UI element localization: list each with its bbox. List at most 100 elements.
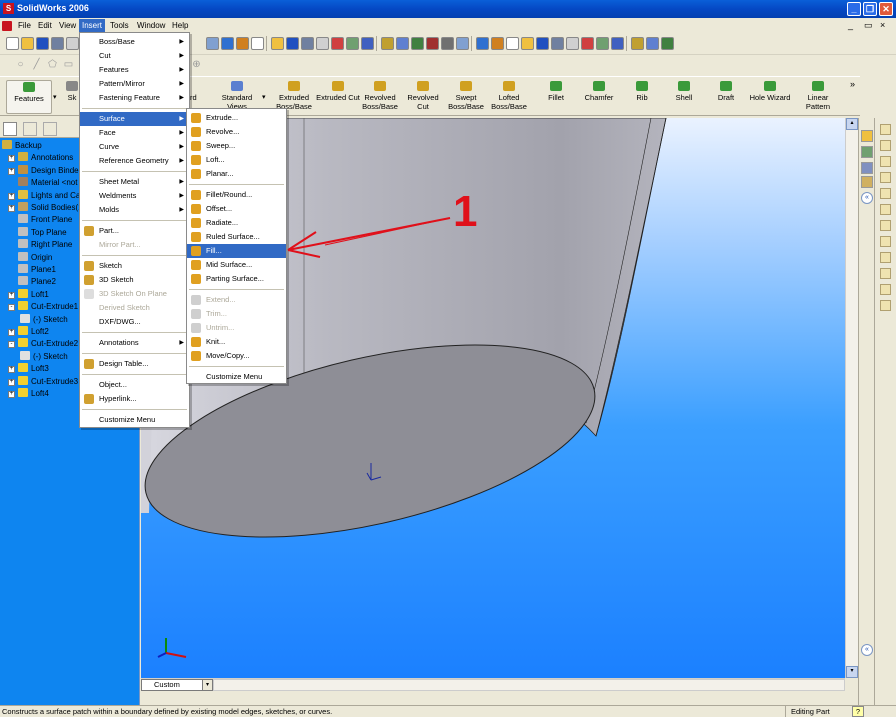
insert-menu-item-face[interactable]: Face ▶ [80, 126, 189, 140]
collapse-icon[interactable]: - [8, 341, 15, 349]
feature-tool-icon[interactable] [880, 124, 891, 135]
surface-menu-item-ruled-surface[interactable]: Ruled Surface... [187, 230, 286, 244]
expand-icon[interactable]: + [8, 205, 15, 212]
expand-icon[interactable]: + [8, 291, 15, 299]
tree-item[interactable]: Right Plane [8, 239, 72, 251]
feature-tool-icon[interactable] [880, 284, 891, 295]
expand-icon[interactable]: + [8, 391, 15, 398]
insert-menu-item-reference-geometry[interactable]: Reference Geometry ▶ [80, 154, 189, 168]
insert-menu-item-3d-sketch-on-plane[interactable]: 3D Sketch On Plane [80, 287, 189, 301]
home-icon[interactable] [861, 130, 873, 142]
feature-tree-tab-icon[interactable] [3, 122, 17, 136]
surface-menu-item-parting-surface[interactable]: Parting Surface... [187, 272, 286, 286]
menu-view[interactable]: View [56, 19, 79, 32]
sketch-tool-icon[interactable]: ⬠ [46, 58, 59, 71]
collapse-icon[interactable]: - [8, 304, 15, 312]
feature-tool-icon[interactable] [880, 236, 891, 247]
cm-button-rib[interactable]: Rib [620, 80, 664, 114]
view-select[interactable]: Custom ▾ [141, 679, 213, 691]
cm-button-fillet[interactable]: Fillet [534, 80, 578, 114]
insert-menu-item-derived-sketch[interactable]: Derived Sketch [80, 301, 189, 315]
file-explorer-icon[interactable] [861, 162, 873, 174]
menu-tools[interactable]: Tools [107, 19, 132, 32]
menu-edit[interactable]: Edit [35, 19, 55, 32]
sketch-tool-icon[interactable]: ╱ [30, 58, 43, 71]
toolbar-button-icon[interactable] [611, 37, 624, 50]
tree-item[interactable]: Top Plane [8, 226, 67, 239]
surface-menu-item-trim[interactable]: Trim... [187, 307, 286, 321]
toolbar-button-icon[interactable] [36, 37, 49, 50]
tree-item[interactable]: + Loft3 [8, 363, 49, 375]
toolbar-button-icon[interactable] [221, 37, 234, 50]
toolbar-button-icon[interactable] [646, 37, 659, 50]
tree-item[interactable]: + Lights and Ca [8, 189, 80, 202]
cm-button-swept-boss-base[interactable]: Swept Boss/Base [444, 80, 488, 114]
toolbar-button-icon[interactable] [271, 37, 284, 50]
insert-menu-item-hyperlink[interactable]: Hyperlink... [80, 392, 189, 406]
tree-item[interactable]: + Loft1 [8, 288, 49, 301]
sketch-tool-icon[interactable]: ○ [14, 58, 27, 71]
surface-menu-item-extrude[interactable]: Extrude... [187, 111, 286, 125]
toolbar-button-icon[interactable] [506, 37, 519, 50]
insert-menu-item-cut[interactable]: Cut ▶ [80, 49, 189, 63]
expand-icon[interactable]: + [8, 192, 15, 200]
toolbar-button-icon[interactable] [521, 37, 534, 50]
tree-item[interactable]: + Loft2 [8, 326, 49, 338]
toolbar-button-icon[interactable] [251, 37, 264, 50]
surface-menu-item-revolve[interactable]: Revolve... [187, 125, 286, 139]
mdi-close-icon[interactable]: × [880, 20, 885, 30]
sketch-tool-icon[interactable]: ⊕ [190, 58, 203, 71]
tree-item[interactable]: + Solid Bodies(1 [8, 202, 83, 214]
toolbar-button-icon[interactable] [331, 37, 344, 50]
surface-menu-item-sweep[interactable]: Sweep... [187, 139, 286, 153]
insert-menu-item-annotations[interactable]: Annotations ▶ [80, 336, 189, 350]
tree-item[interactable]: Origin [8, 251, 52, 264]
tree-item[interactable]: - Cut-Extrude1 [8, 301, 78, 313]
cm-button-chamfer[interactable]: Chamfer [577, 80, 621, 114]
feature-tool-icon[interactable] [880, 188, 891, 199]
insert-menu-item-pattern-mirror[interactable]: Pattern/Mirror ▶ [80, 77, 189, 91]
tree-item[interactable]: + Loft4 [8, 388, 49, 400]
cm-button-linear-pattern[interactable]: Linear Pattern [796, 80, 840, 114]
toolbar-button-icon[interactable] [6, 37, 19, 50]
tree-item[interactable]: Material <not [8, 177, 77, 189]
insert-menu-item-sketch[interactable]: Sketch [80, 259, 189, 273]
document-icon[interactable] [2, 21, 12, 31]
toolbar-button-icon[interactable] [581, 37, 594, 50]
cm-button-shell[interactable]: Shell [662, 80, 706, 114]
toolbar-button-icon[interactable] [536, 37, 549, 50]
sketch-tool-icon[interactable]: ▭ [62, 58, 75, 71]
insert-menu-item-curve[interactable]: Curve ▶ [80, 140, 189, 154]
tree-item[interactable]: + Design Binder [8, 164, 81, 177]
tree-item[interactable]: + Cut-Extrude3 [8, 375, 78, 388]
menu-window[interactable]: Window [134, 19, 168, 32]
toolbar-button-icon[interactable] [381, 37, 394, 50]
surface-menu-item-untrim[interactable]: Untrim... [187, 321, 286, 335]
toolbar-button-icon[interactable] [426, 37, 439, 50]
cm-button-revolved-boss-base[interactable]: Revolved Boss/Base [358, 80, 402, 114]
surface-menu-item-fill[interactable]: Fill... [187, 244, 286, 258]
cm-button-extruded-cut[interactable]: Extruded Cut [316, 80, 360, 114]
expand-chevron-icon[interactable]: « [861, 644, 873, 656]
feature-tool-icon[interactable] [880, 220, 891, 231]
scroll-up-icon[interactable]: ▴ [846, 118, 858, 130]
toolbar-button-icon[interactable] [286, 37, 299, 50]
toolbar-button-icon[interactable] [441, 37, 454, 50]
insert-menu-item-weldments[interactable]: Weldments ▶ [80, 189, 189, 203]
expand-icon[interactable]: + [8, 378, 15, 386]
insert-menu-item-boss-base[interactable]: Boss/Base ▶ [80, 35, 189, 49]
configuration-tab-icon[interactable] [43, 122, 57, 136]
surface-menu-item-loft[interactable]: Loft... [187, 153, 286, 167]
expand-icon[interactable]: + [8, 366, 15, 374]
tree-item[interactable]: Plane2 [8, 276, 56, 288]
toolbar-button-icon[interactable] [456, 37, 469, 50]
more-chevron-icon[interactable]: » [850, 79, 855, 89]
toolbar-button-icon[interactable] [491, 37, 504, 50]
toolbar-button-icon[interactable] [476, 37, 489, 50]
horizontal-scrollbar[interactable] [213, 679, 845, 691]
view-palette-icon[interactable] [861, 176, 873, 188]
property-manager-tab-icon[interactable] [23, 122, 37, 136]
restore-icon[interactable]: ❐ [863, 2, 877, 16]
toolbar-button-icon[interactable] [361, 37, 374, 50]
surface-menu-item-offset[interactable]: Offset... [187, 202, 286, 216]
